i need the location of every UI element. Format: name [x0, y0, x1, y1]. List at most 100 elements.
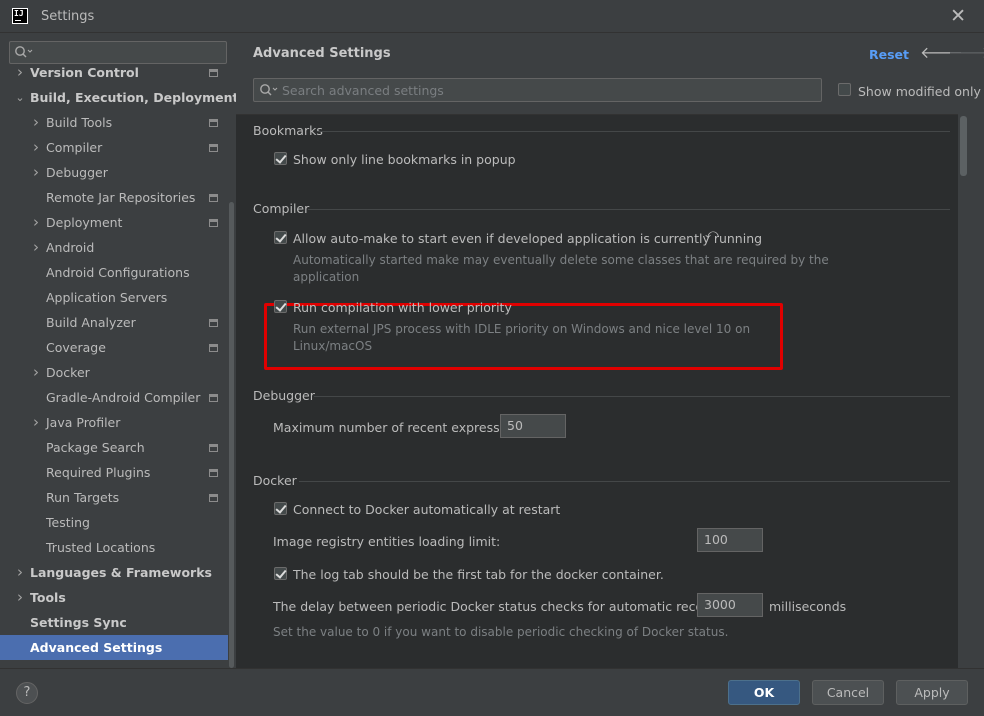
status-delay-hint: Set the value to 0 if you want to disabl…	[273, 625, 729, 639]
chevron-right-icon[interactable]: ›	[14, 60, 26, 85]
sidebar-item-run-targets[interactable]: Run Targets	[0, 485, 228, 510]
sidebar-item-label: Testing	[46, 515, 90, 530]
sidebar-item-remote-jar-repositories[interactable]: Remote Jar Repositories	[0, 185, 228, 210]
page-title: Advanced Settings	[253, 46, 391, 61]
advanced-settings-search-input[interactable]: Search advanced settings	[253, 78, 822, 102]
sidebar-item-build-tools[interactable]: › Build Tools	[0, 110, 228, 135]
sidebar-item-advanced-settings[interactable]: Advanced Settings	[0, 635, 228, 660]
reset-link[interactable]: Reset	[869, 47, 909, 62]
chevron-right-icon[interactable]: ›	[30, 160, 42, 185]
advanced-settings-panel: Advanced Settings Reset 🡐 🡒 Search advan…	[236, 34, 984, 668]
search-placeholder: Search advanced settings	[282, 83, 444, 98]
chevron-right-icon[interactable]: ›	[14, 585, 26, 610]
recent-expressions-label: Maximum number of recent expressions:	[273, 420, 530, 435]
sidebar-item-build-analyzer[interactable]: Build Analyzer	[0, 310, 228, 335]
dialog-footer: ? OK Cancel Apply	[0, 668, 984, 716]
sidebar-item-gradle-android-compiler[interactable]: Gradle-Android Compiler	[0, 385, 228, 410]
help-button[interactable]: ?	[16, 682, 38, 704]
section-title-compiler: Compiler	[253, 201, 310, 216]
chevron-right-icon[interactable]: ›	[30, 235, 42, 260]
sidebar-item-label: Debugger	[46, 165, 108, 180]
sidebar-item-deployment[interactable]: › Deployment	[0, 210, 228, 235]
sidebar-item-compiler[interactable]: › Compiler	[0, 135, 228, 160]
line-bookmarks-label: Show only line bookmarks in popup	[293, 152, 516, 167]
ok-button[interactable]: OK	[728, 680, 800, 705]
window-title: Settings	[41, 9, 95, 24]
sidebar-item-testing[interactable]: Testing	[0, 510, 228, 535]
chevron-right-icon[interactable]: ›	[30, 360, 42, 385]
show-modified-only-checkbox[interactable]	[838, 83, 851, 96]
registry-limit-label: Image registry entities loading limit:	[273, 534, 501, 549]
sidebar-item-version-control[interactable]: › Version Control	[0, 60, 228, 85]
line-bookmarks-checkbox[interactable]	[274, 152, 287, 165]
sidebar-item-label: Run Targets	[46, 490, 120, 505]
sidebar-item-label: Coverage	[46, 340, 106, 355]
project-settings-icon	[209, 219, 218, 227]
sidebar-item-label: Compiler	[46, 140, 103, 155]
chevron-right-icon[interactable]: ›	[30, 210, 42, 235]
content-scrollbar[interactable]	[958, 114, 968, 651]
docker-auto-connect-checkbox[interactable]	[274, 502, 287, 515]
sidebar-item-settings-sync[interactable]: Settings Sync	[0, 610, 228, 635]
registry-limit-input[interactable]: 100	[697, 528, 763, 552]
project-settings-icon	[209, 119, 218, 127]
cancel-button[interactable]: Cancel	[812, 680, 884, 705]
section-divider	[318, 131, 950, 132]
section-divider	[308, 209, 950, 210]
sidebar-item-android-configurations[interactable]: Android Configurations	[0, 260, 228, 285]
chevron-right-icon[interactable]: ›	[30, 410, 42, 435]
settings-sidebar: › Version Control ⌄ Build, Execution, Deplo…	[0, 34, 236, 668]
sidebar-item-label: Version Control	[30, 65, 139, 80]
sidebar-item-label: Application Servers	[46, 290, 168, 305]
sidebar-item-trusted-locations[interactable]: Trusted Locations	[0, 535, 228, 560]
settings-content: Bookmarks Show only line bookmarks in po…	[236, 114, 958, 668]
sidebar-item-application-servers[interactable]: Application Servers	[0, 285, 228, 310]
project-settings-icon	[209, 194, 218, 202]
reset-to-default-icon[interactable]: ⤺	[705, 227, 719, 242]
sidebar-item-label: Android	[46, 240, 95, 255]
close-icon[interactable]: ✕	[950, 6, 966, 26]
sidebar-item-languages-frameworks[interactable]: › Languages & Frameworks	[0, 560, 228, 585]
apply-button[interactable]: Apply	[896, 680, 968, 705]
logo-text: IJ	[14, 9, 24, 18]
forward-arrow-icon[interactable]: 🡒	[948, 42, 984, 62]
sidebar-item-required-plugins[interactable]: Required Plugins	[0, 460, 228, 485]
chevron-right-icon[interactable]: ›	[30, 135, 42, 160]
sidebar-item-coverage[interactable]: Coverage	[0, 335, 228, 360]
section-divider	[299, 481, 950, 482]
auto-make-hint-line-2: application	[293, 270, 360, 284]
project-settings-icon	[209, 494, 218, 502]
search-icon	[15, 46, 33, 58]
sidebar-item-build-execution-deployment[interactable]: ⌄ Build, Execution, Deployment	[0, 85, 236, 110]
auto-make-label: Allow auto-make to start even if develop…	[293, 231, 763, 246]
project-settings-icon	[209, 144, 218, 152]
section-divider	[314, 396, 950, 397]
content-scrollbar-thumb[interactable]	[960, 116, 967, 176]
settings-tree: › Version Control ⌄ Build, Execution, Deplo…	[0, 63, 236, 660]
project-settings-icon	[209, 394, 218, 402]
log-tab-first-checkbox[interactable]	[274, 567, 287, 580]
chevron-right-icon[interactable]: ›	[30, 110, 42, 135]
section-title-bookmarks: Bookmarks	[253, 123, 323, 138]
sidebar-scrollbar[interactable]	[229, 202, 234, 668]
project-settings-icon	[209, 319, 218, 327]
section-title-docker: Docker	[253, 473, 297, 488]
sidebar-item-label: Docker	[46, 365, 90, 380]
sidebar-item-label: Tools	[30, 590, 66, 605]
chevron-right-icon[interactable]: ›	[14, 560, 26, 585]
chevron-down-icon[interactable]: ⌄	[14, 85, 26, 110]
sidebar-item-docker[interactable]: › Docker	[0, 360, 228, 385]
sidebar-item-java-profiler[interactable]: › Java Profiler	[0, 410, 228, 435]
low-priority-checkbox[interactable]	[274, 300, 287, 313]
sidebar-item-android[interactable]: › Android	[0, 235, 228, 260]
recent-expressions-input[interactable]: 50	[500, 414, 566, 438]
section-title-debugger: Debugger	[253, 388, 315, 403]
sidebar-item-label: Java Profiler	[46, 415, 121, 430]
sidebar-item-label: Build Tools	[46, 115, 113, 130]
sidebar-item-package-search[interactable]: Package Search	[0, 435, 228, 460]
sidebar-item-tools[interactable]: › Tools	[0, 585, 228, 610]
sidebar-item-label: Deployment	[46, 215, 123, 230]
sidebar-item-debugger[interactable]: › Debugger	[0, 160, 228, 185]
status-delay-input[interactable]: 3000	[697, 593, 763, 617]
auto-make-checkbox[interactable]	[274, 231, 287, 244]
